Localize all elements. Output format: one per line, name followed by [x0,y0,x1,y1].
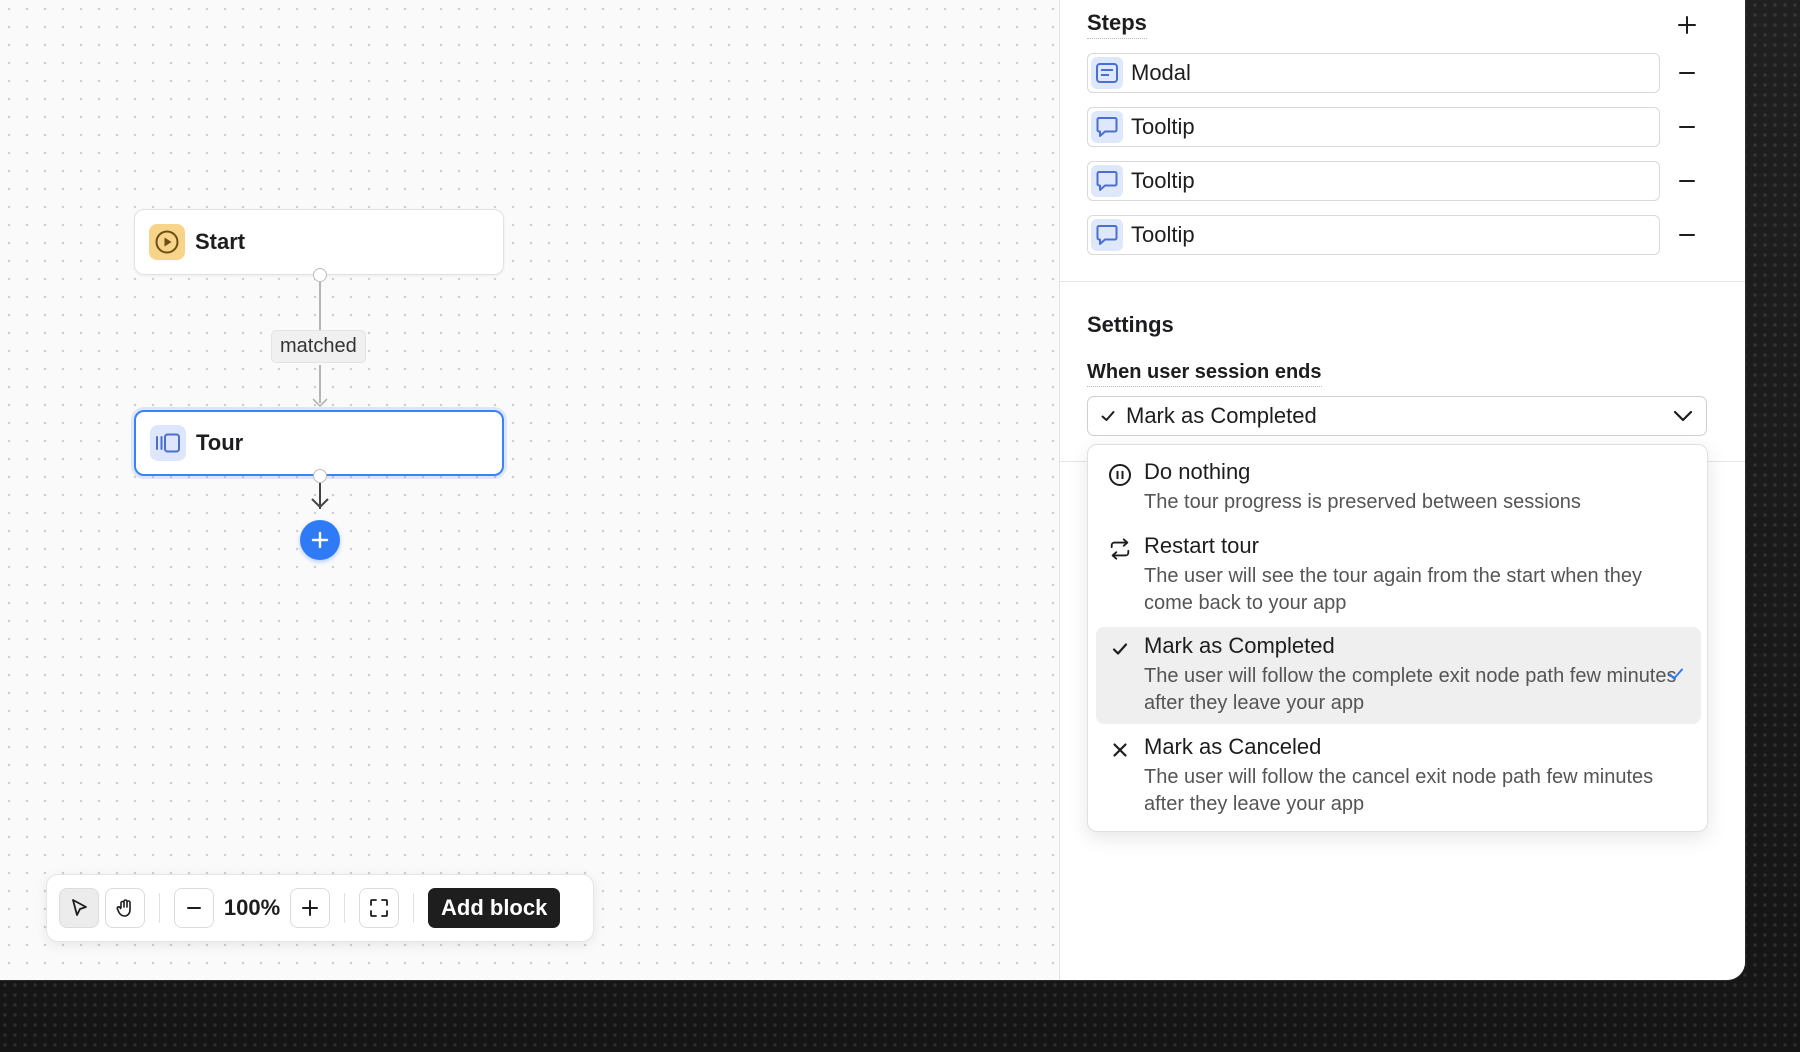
check-icon [1108,637,1132,661]
select-tool-button[interactable] [59,888,99,928]
zoom-in-button[interactable] [290,888,330,928]
option-mark-as-canceled[interactable]: Mark as Canceled The user will follow th… [1096,728,1701,820]
start-node[interactable]: Start [134,209,504,275]
plus-icon [311,531,329,549]
add-node-button[interactable] [300,520,340,560]
tooltip-icon [1091,219,1123,251]
cursor-icon [72,899,87,916]
settings-title: Settings [1087,312,1174,337]
fit-view-button[interactable] [359,888,399,928]
flow-canvas[interactable]: Start matched Tour 100% Add block [0,0,1060,980]
canvas-toolbar: 100% Add block [46,874,594,942]
option-title: Restart tour [1144,533,1259,558]
tour-carousel-icon [150,425,186,461]
step-item-tooltip[interactable]: Tooltip [1087,161,1660,201]
chevron-down-icon [1673,410,1693,422]
zoom-level: 100% [223,895,281,920]
step-item-modal[interactable]: Modal [1087,53,1660,93]
tour-node-label: Tour [196,430,244,455]
toolbar-separator [413,893,414,923]
remove-step-button[interactable] [1672,112,1702,142]
step-item-label: Tooltip [1131,114,1195,139]
x-icon [1108,738,1132,762]
session-end-label: When user session ends [1087,361,1322,387]
option-title: Mark as Completed [1144,633,1335,658]
tour-node[interactable]: Tour [134,410,504,476]
add-block-button[interactable]: Add block [428,888,561,928]
remove-step-button[interactable] [1672,220,1702,250]
option-title: Do nothing [1144,459,1251,484]
toolbar-separator [344,893,345,923]
plus-icon [1678,16,1696,34]
tour-node-output-port[interactable] [313,469,327,483]
option-description: The user will follow the complete exit n… [1144,665,1677,714]
pan-tool-button[interactable] [105,888,145,928]
session-end-select-value: Mark as Completed [1126,403,1317,428]
edge-label-matched[interactable]: matched [271,330,366,363]
session-end-options: Do nothing The tour progress is preserve… [1087,444,1708,832]
pause-circle-icon [1108,463,1132,487]
modal-icon [1091,57,1123,89]
arrow-down-icon [311,498,329,509]
edge-line [319,282,321,330]
repeat-icon [1108,537,1132,561]
plus-icon [302,900,318,916]
app-window: Start matched Tour 100% Add block Steps … [0,0,1745,980]
section-divider [1060,281,1745,282]
step-item-label: Tooltip [1131,222,1195,247]
option-do-nothing[interactable]: Do nothing The tour progress is preserve… [1096,453,1701,519]
option-mark-as-completed[interactable]: Mark as Completed The user will follow t… [1096,627,1701,724]
option-description: The user will see the tour again from th… [1144,565,1643,614]
play-circle-icon [149,224,185,260]
hand-icon [116,899,131,917]
minus-icon [1679,72,1695,74]
option-description: The tour progress is preserved between s… [1144,491,1581,513]
minus-icon [187,907,201,909]
remove-step-button[interactable] [1672,58,1702,88]
step-item-tooltip[interactable]: Tooltip [1087,107,1660,147]
step-item-label: Modal [1131,60,1191,85]
session-end-select[interactable]: Mark as Completed [1087,396,1707,436]
steps-title: Steps [1087,10,1147,39]
option-description: The user will follow the cancel exit nod… [1144,766,1654,815]
step-item-label: Tooltip [1131,168,1195,193]
option-restart-tour[interactable]: Restart tour The user will see the tour … [1096,527,1701,619]
selected-check-icon [1667,665,1685,688]
add-step-button[interactable] [1672,10,1702,40]
minus-icon [1679,234,1695,236]
fullscreen-icon [370,899,388,917]
step-item-tooltip[interactable]: Tooltip [1087,215,1660,255]
minus-icon [1679,126,1695,128]
check-icon [1101,411,1115,421]
minus-icon [1679,180,1695,182]
start-node-output-port[interactable] [313,268,327,282]
toolbar-separator [159,893,160,923]
option-title: Mark as Canceled [1144,734,1322,759]
start-node-label: Start [195,229,246,254]
tooltip-icon [1091,165,1123,197]
tooltip-icon [1091,111,1123,143]
remove-step-button[interactable] [1672,166,1702,196]
arrow-down-icon [312,398,328,408]
zoom-out-button[interactable] [174,888,214,928]
